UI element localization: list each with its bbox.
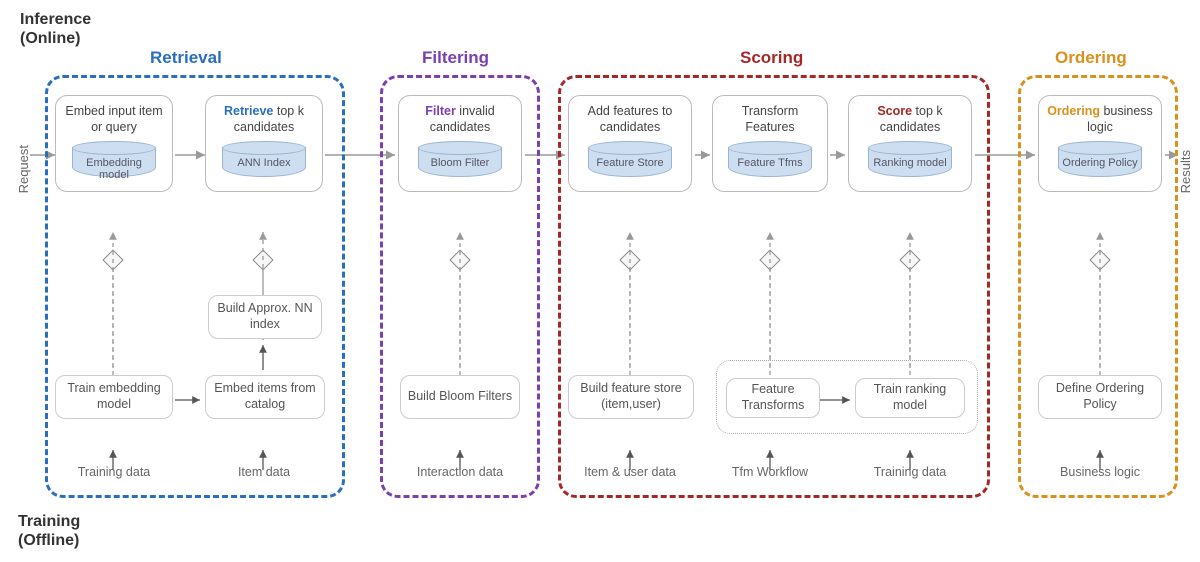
box-embed-items: Embed items from catalog [205, 375, 325, 419]
db-icon: Ordering Policy [1058, 141, 1142, 183]
request-axis-label: Request [16, 145, 31, 193]
stage-title-ordering: Ordering [1055, 48, 1127, 68]
box-define-ordering: Define Ordering Policy [1038, 375, 1162, 419]
db-icon: Feature Store [588, 141, 672, 183]
stage-title-scoring: Scoring [740, 48, 803, 68]
node-retrieve: Retrieve top k candidates ANN Index [205, 95, 323, 192]
db-icon: ANN Index [222, 141, 306, 183]
db-icon: Embedding model [72, 141, 156, 183]
data-label-item-user: Item & user data [570, 465, 690, 479]
box-build-feature-store: Build feature store (item,user) [568, 375, 694, 419]
box-train-embed: Train embedding model [55, 375, 173, 419]
box-build-bloom: Build Bloom Filters [400, 375, 520, 419]
node-text: Retrieve top k candidates [212, 104, 316, 135]
data-label-tfm-workflow: Tfm Workflow [710, 465, 830, 479]
node-text: Score top k candidates [855, 104, 965, 135]
node-text: Transform Features [719, 104, 821, 135]
box-feature-transforms: Feature Transforms [726, 378, 820, 418]
data-label-interaction: Interaction data [400, 465, 520, 479]
db-icon: Bloom Filter [418, 141, 502, 183]
inference-label: Inference(Online) [20, 10, 91, 48]
stage-title-filtering: Filtering [422, 48, 489, 68]
node-text: Filter invalid candidates [405, 104, 515, 135]
training-label: Training(Offline) [18, 512, 80, 550]
node-text: Embed input item or query [62, 104, 166, 135]
db-icon: Ranking model [868, 141, 952, 183]
db-icon: Feature Tfms [728, 141, 812, 183]
box-build-ann: Build Approx. NN index [208, 295, 322, 339]
node-add-features: Add features to candidates Feature Store [568, 95, 692, 192]
box-train-ranking: Train ranking model [855, 378, 965, 418]
node-text: Add features to candidates [575, 104, 685, 135]
data-label-business-logic: Business logic [1040, 465, 1160, 479]
data-label-item: Item data [204, 465, 324, 479]
data-label-training-1: Training data [54, 465, 174, 479]
node-embed-input: Embed input item or query Embedding mode… [55, 95, 173, 192]
stage-title-retrieval: Retrieval [150, 48, 222, 68]
node-score: Score top k candidates Ranking model [848, 95, 972, 192]
node-text: Ordering business logic [1045, 104, 1155, 135]
results-axis-label: Results [1178, 150, 1193, 193]
data-label-training-2: Training data [850, 465, 970, 479]
node-transform-features: Transform Features Feature Tfms [712, 95, 828, 192]
node-filter: Filter invalid candidates Bloom Filter [398, 95, 522, 192]
node-ordering: Ordering business logic Ordering Policy [1038, 95, 1162, 192]
